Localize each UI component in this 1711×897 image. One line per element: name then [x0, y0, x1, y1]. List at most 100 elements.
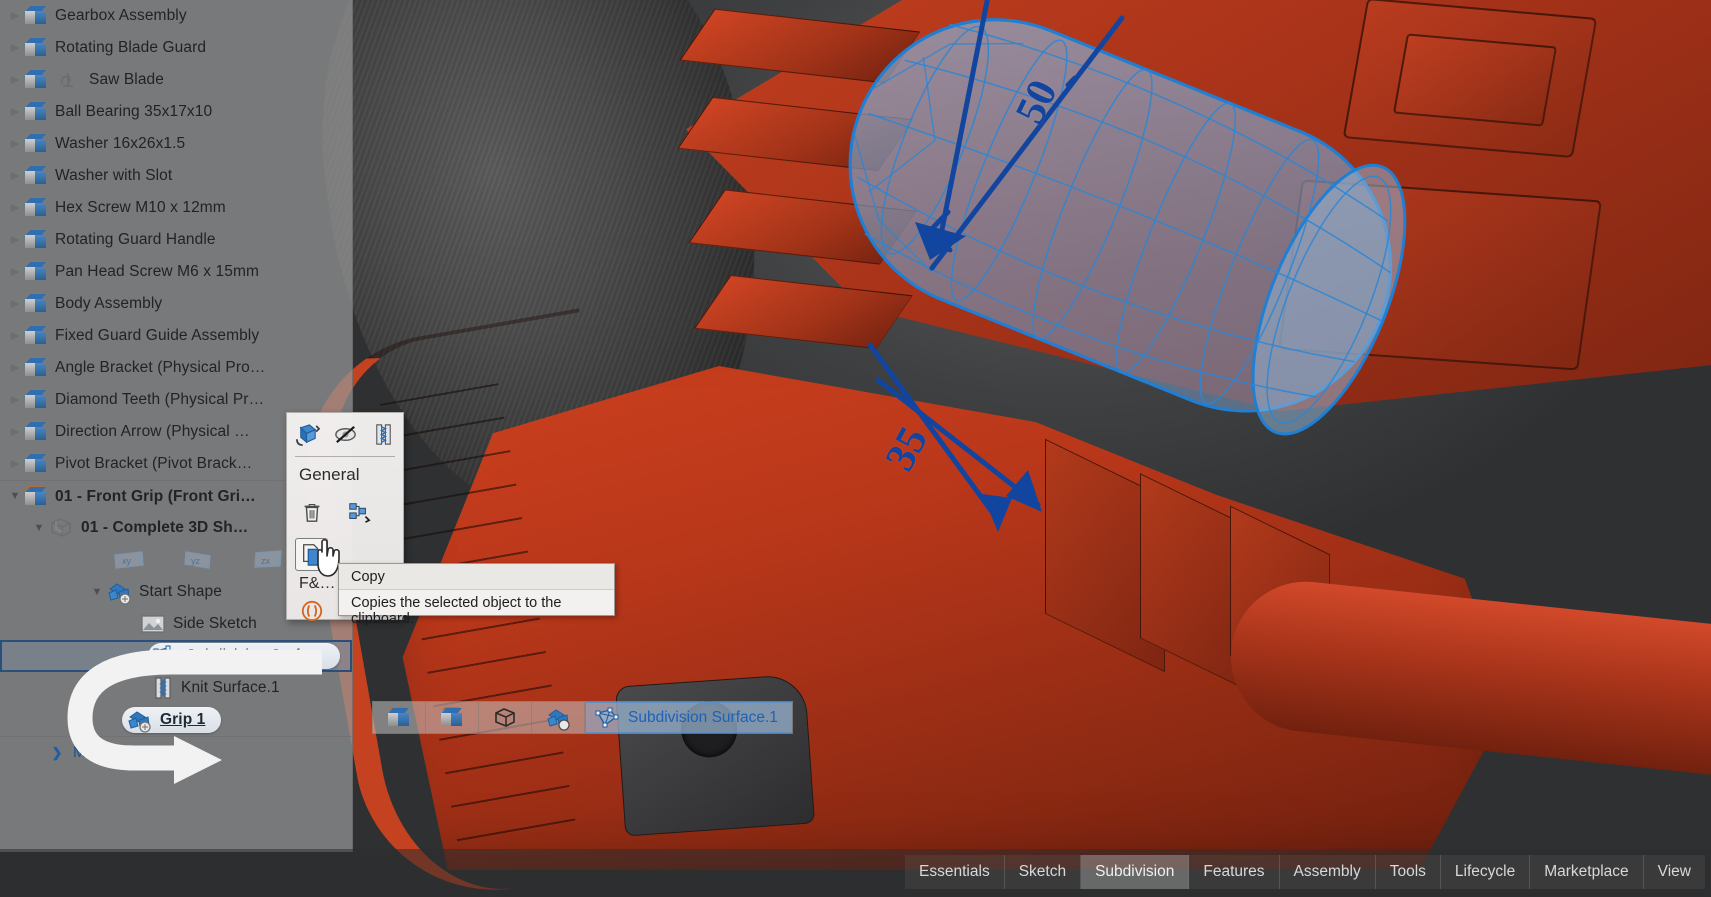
breadcrumb[interactable]: Subdivision Surface.1 — [372, 701, 793, 734]
tree-row-knit-surface[interactable]: Knit Surface.1 — [0, 672, 352, 704]
assembly-cube-icon — [24, 261, 48, 283]
tree-item-label: Hex Screw M10 x 12mm — [55, 199, 226, 216]
tree-item-label: Saw Blade — [89, 71, 165, 88]
tab-essentials[interactable]: Essentials — [905, 855, 1005, 889]
tab-tools[interactable]: Tools — [1375, 855, 1441, 889]
breadcrumb-item-4[interactable] — [532, 702, 585, 733]
tree-row[interactable]: ▶ Washer with Slot — [0, 160, 352, 192]
tree-row[interactable]: ▶ Rotating Guard Handle — [0, 224, 352, 256]
tree-item-label: Mates — [73, 743, 116, 761]
chevron-right-icon[interactable]: ❯ — [48, 746, 66, 759]
tree-row[interactable]: ▶ Saw Blade — [0, 64, 352, 96]
tree-row[interactable]: ▶ Body Assembly — [0, 288, 352, 320]
tree-row-mates[interactable]: ❯ Mates — [0, 736, 352, 768]
chevron-down-icon[interactable]: ▼ — [88, 586, 106, 598]
tree-row[interactable]: ▶ Ball Bearing 35x17x10 — [0, 96, 352, 128]
reorder-tree-icon[interactable] — [342, 496, 375, 529]
chevron-right-icon[interactable]: ▶ — [6, 394, 24, 406]
tree-row[interactable]: ▶ Rotating Blade Guard — [0, 32, 352, 64]
grip-1-pill[interactable]: Grip 1 — [122, 707, 222, 733]
tree-row[interactable]: ▶ Fixed Guard Guide Assembly — [0, 320, 352, 352]
assembly-cube-icon — [24, 485, 48, 508]
tree-item-label: Diamond Teeth (Physical Pr… — [55, 391, 265, 408]
solid-body-icon — [492, 707, 518, 729]
plane-yz-icon[interactable]: yz — [182, 548, 216, 572]
assembly-cube-icon — [24, 453, 48, 475]
assembly-cube-icon — [24, 133, 48, 155]
tree-item-label: Direction Arrow (Physical … — [55, 423, 250, 440]
tooltip-description: Copies the selected object to the clipbo… — [351, 595, 562, 627]
breadcrumb-item-3[interactable] — [479, 702, 532, 733]
tree-row[interactable]: ▶ Angle Bracket (Physical Pro… — [0, 352, 352, 384]
shape-node-icon — [106, 581, 132, 605]
chevron-right-icon[interactable]: ▶ — [6, 10, 24, 22]
tree-row[interactable]: ▶ Gearbox Assembly — [0, 0, 352, 32]
tree-item-label: Washer with Slot — [55, 167, 173, 184]
shape-node-icon — [126, 709, 152, 733]
context-menu-general-icons — [287, 491, 403, 533]
isolate-icon[interactable] — [295, 595, 328, 628]
selected-item-pill[interactable]: Subdivision Surfa… — [148, 643, 340, 669]
tree-item-label: Pan Head Screw M6 x 15mm — [55, 263, 259, 280]
subdivision-icon — [594, 707, 620, 729]
tab-assembly[interactable]: Assembly — [1279, 855, 1376, 889]
tree-item-label: Fixed Guard Guide Assembly — [55, 327, 260, 344]
tree-item-label: Rotating Guard Handle — [55, 231, 216, 248]
tab-features[interactable]: Features — [1189, 855, 1280, 889]
plane-xy-icon[interactable]: xy — [112, 548, 146, 572]
tab-view[interactable]: View — [1643, 855, 1705, 889]
svg-text:xy: xy — [122, 556, 132, 566]
pivot-bracket-geometry — [614, 673, 816, 837]
assembly-cube-icon — [24, 293, 48, 315]
tree-item-label: Pivot Bracket (Pivot Brack… — [55, 455, 253, 472]
breadcrumb-item-2[interactable] — [426, 702, 479, 733]
breadcrumb-item-1[interactable] — [373, 702, 426, 733]
tab-sketch[interactable]: Sketch — [1004, 855, 1082, 889]
chevron-right-icon[interactable]: ▶ — [6, 458, 24, 470]
tree-item-label: Ball Bearing 35x17x10 — [55, 103, 213, 120]
breadcrumb-item-current[interactable]: Subdivision Surface.1 — [585, 702, 792, 733]
subdivision-surface-cage[interactable] — [770, 0, 1510, 512]
reframe-on-icon[interactable] — [291, 418, 323, 451]
assembly-cube-icon — [24, 421, 48, 443]
chevron-right-icon[interactable]: ▶ — [6, 42, 24, 54]
tree-row[interactable]: ▶ Pan Head Screw M6 x 15mm — [0, 256, 352, 288]
chevron-right-icon[interactable]: ▶ — [6, 426, 24, 438]
chevron-right-icon[interactable]: ▶ — [6, 74, 24, 86]
tree-row-grip-1[interactable]: Grip 1 — [0, 704, 352, 736]
tree-item-label: Subdivision Surfa… — [186, 647, 324, 664]
tree-item-label: Gearbox Assembly — [55, 7, 187, 24]
svg-text:yz: yz — [191, 556, 201, 566]
workbench-tab-bar[interactable]: Essentials Sketch Subdivision Features A… — [0, 849, 1711, 897]
chevron-right-icon[interactable]: ▶ — [6, 234, 24, 246]
chevron-down-icon[interactable]: ▼ — [30, 522, 48, 534]
chevron-down-icon[interactable]: ▼ — [6, 491, 24, 502]
delete-icon[interactable] — [295, 496, 328, 529]
chevron-right-icon[interactable]: ▶ — [6, 266, 24, 278]
hide-show-icon[interactable] — [329, 418, 361, 451]
tree-item-label: Side Sketch — [173, 615, 257, 632]
tree-row-subdivision-surface[interactable]: Subdivision Surfa… — [0, 640, 352, 672]
breadcrumb-current-label: Subdivision Surface.1 — [628, 708, 778, 726]
tree-row[interactable]: ▶ Washer 16x26x1.5 — [0, 128, 352, 160]
assembly-cube-icon — [24, 5, 48, 27]
knit-surface-icon[interactable] — [367, 418, 399, 451]
plane-zx-icon[interactable]: zx — [252, 548, 286, 572]
assembly-cube-icon — [24, 357, 48, 379]
tree-item-label: Grip 1 — [160, 711, 206, 728]
tab-subdivision[interactable]: Subdivision — [1081, 855, 1190, 889]
chevron-right-icon[interactable]: ▶ — [6, 138, 24, 150]
chevron-right-icon[interactable]: ▶ — [6, 170, 24, 182]
tab-lifecycle[interactable]: Lifecycle — [1440, 855, 1531, 889]
tree-row[interactable]: ▶ Hex Screw M10 x 12mm — [0, 192, 352, 224]
chevron-right-icon[interactable]: ▶ — [6, 362, 24, 374]
chevron-right-icon[interactable]: ▶ — [6, 298, 24, 310]
chevron-right-icon[interactable]: ▶ — [6, 106, 24, 118]
assembly-cube-icon — [24, 325, 48, 347]
chevron-right-icon[interactable]: ▶ — [6, 330, 24, 342]
cad-application-window: 50 35 ▶ Gearbox Assembly ▶ Rotating Blad… — [0, 0, 1711, 897]
assembly-cube-icon — [387, 706, 411, 729]
chevron-right-icon[interactable]: ▶ — [6, 202, 24, 214]
tab-marketplace[interactable]: Marketplace — [1530, 855, 1644, 889]
knit-surface-icon — [152, 676, 174, 700]
